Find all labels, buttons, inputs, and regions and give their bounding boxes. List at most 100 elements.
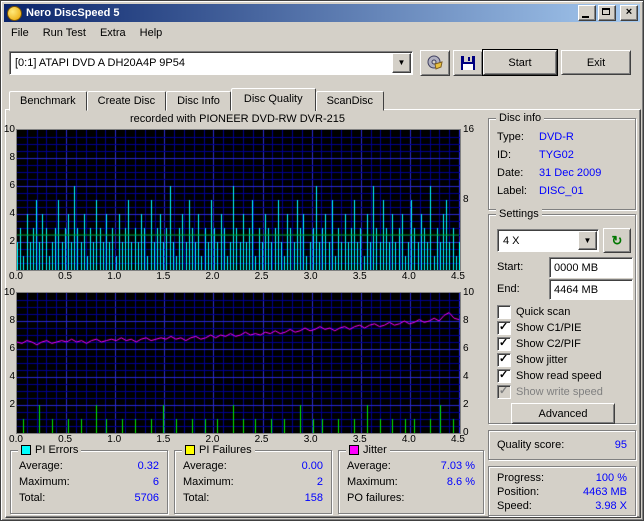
refresh-speeds-button[interactable]: ↻ [603,228,631,253]
pie-maximum-value: 6 [152,476,159,488]
chevron-down-icon[interactable]: ▼ [392,53,411,73]
pif-total-value: 158 [304,492,323,504]
settings-group: Settings 4 X ▼ ↻ Start: 0000 MB End: 446… [488,208,636,424]
app-window: Nero DiscSpeed 5 × File Run Test Extra H… [0,0,644,521]
jitter-legend-icon [349,445,359,455]
jitter-stats-group: Jitter Average: 7.03 % Maximum: 8.6 % PO f… [338,444,484,514]
pif-total-label: Total: [183,492,210,504]
tab-scandisc[interactable]: ScanDisc [315,91,385,111]
burn-disc-button[interactable] [420,50,450,76]
pi-errors-stats-group: PI Errors Average: 0.32 Maximum: 6 Total: 5… [10,444,168,514]
checkbox-icon: ✓ [497,353,511,367]
maximize-button[interactable] [598,5,616,21]
drive-selector[interactable]: [0:1] ATAPI DVD A DH20A4P 9P54 ▼ [9,51,413,75]
checkbox-show-c1-pie[interactable]: ✓ Show C1/PIE [497,321,581,335]
jitter-right-axis: 10 8 6 4 2 0 [463,287,475,438]
checkbox-show-c1-pie-label: Show C1/PIE [516,322,582,334]
end-position-input[interactable]: 4464 MB [549,279,633,300]
tab-create-disc[interactable]: Create Disc [86,91,167,111]
menu-run-test[interactable]: Run Test [36,25,93,41]
progress-label: Progress: [497,472,545,484]
checkbox-show-c2-pif[interactable]: ✓ Show C2/PIF [497,337,581,351]
hand-disc-icon [427,55,443,70]
pif-maximum-value: 2 [316,476,323,488]
save-button[interactable] [453,50,483,76]
scan-speed-value: 4 X [503,234,520,247]
refresh-icon: ↻ [611,232,623,248]
progress-value: 100 % [595,472,627,484]
settings-title: Settings [496,208,542,220]
checkbox-icon [497,305,511,319]
minimize-icon [582,16,589,18]
recorded-with-label: recorded with PIONEER DVD-RW DVR-215 [130,113,345,125]
jitter-maximum-label: Maximum: [347,476,398,488]
checkbox-show-jitter[interactable]: ✓ Show jitter [497,353,567,367]
speed-value: 3.98 X [595,500,627,512]
checkbox-icon: ✓ [497,369,511,383]
checkbox-quick-scan-label: Quick scan [516,306,571,318]
pif-average-value: 0.00 [301,460,323,472]
scan-speed-select[interactable]: 4 X ▼ [497,229,599,252]
start-button[interactable]: Start [482,49,558,76]
pi-errors-x-axis: 0.0 0.5 1.0 1.5 2.0 2.5 3.0 3.5 4.0 4.5 [9,271,465,282]
tab-disc-info[interactable]: Disc Info [166,91,231,111]
pi-failures-legend-icon [185,445,195,455]
disc-label-value: DISC_01 [539,185,584,197]
window-title: Nero DiscSpeed 5 [26,7,120,19]
tab-strip: Benchmark Create Disc Disc Info Disc Qualit… [9,88,385,111]
disc-id-label: ID: [497,149,512,161]
tab-disc-quality[interactable]: Disc Quality [230,88,316,111]
pie-total-value: 5706 [134,492,159,504]
disc-id-value: TYG02 [539,149,574,161]
end-position-value: 4464 MB [554,283,599,296]
pie-maximum-label: Maximum: [19,476,70,488]
pi-errors-chart [16,129,461,271]
disc-date-value: 31 Dec 2009 [539,167,602,179]
end-position-label: End: [497,283,520,295]
quality-score-value: 95 [614,439,627,451]
title-bar[interactable]: Nero DiscSpeed 5 × [4,4,640,22]
start-position-input[interactable]: 0000 MB [549,257,633,278]
checkbox-show-read-speed-label: Show read speed [516,370,602,382]
checkbox-show-write-speed: ✓ Show write speed [497,385,603,399]
checkbox-show-read-speed[interactable]: ✓ Show read speed [497,369,602,383]
pi-errors-stats-title: PI Errors [18,444,82,456]
app-icon [7,5,22,21]
disc-type-label: Type: [497,131,524,143]
checkbox-quick-scan[interactable]: Quick scan [497,305,570,319]
disc-quality-page: recorded with PIONEER DVD-RW DVR-215 10 8… [3,109,641,518]
close-button[interactable]: × [620,5,638,21]
floppy-save-icon [461,56,475,70]
menu-bar: File Run Test Extra Help [4,23,640,42]
menu-extra[interactable]: Extra [93,25,133,41]
jitter-left-axis: 10 8 6 4 2 [3,287,15,410]
quality-score-label: Quality score: [497,439,565,451]
disc-date-label: Date: [497,167,524,179]
checkbox-icon: ✓ [497,321,511,335]
start-position-label: Start: [497,261,524,273]
pif-maximum-label: Maximum: [183,476,234,488]
checkbox-show-c2-pif-label: Show C2/PIF [516,338,581,350]
disc-type-value: DVD-R [539,131,574,143]
chevron-down-icon[interactable]: ▼ [578,231,597,250]
exit-button[interactable]: Exit [561,50,631,75]
speed-label: Speed: [497,500,532,512]
pie-average-value: 0.32 [137,460,159,472]
start-position-value: 0000 MB [554,261,599,274]
checkbox-icon: ✓ [497,337,511,351]
pi-failures-stats-group: PI Failures Average: 0.00 Maximum: 2 Total… [174,444,332,514]
pi-errors-right-axis: 16 8 [463,124,475,205]
advanced-button[interactable]: Advanced [511,403,615,424]
tab-benchmark[interactable]: Benchmark [9,91,87,111]
disc-label-label: Label: [497,185,527,197]
position-value: 4463 MB [582,486,627,498]
checkbox-show-write-speed-label: Show write speed [516,386,603,398]
minimize-button[interactable] [578,5,596,21]
jitter-maximum-value: 8.6 % [446,476,475,488]
menu-file[interactable]: File [4,25,36,41]
pie-average-label: Average: [19,460,63,472]
pi-errors-left-axis: 10 8 6 4 2 [3,124,15,247]
menu-help[interactable]: Help [133,25,170,41]
maximize-icon [602,8,610,15]
jitter-chart [16,292,461,434]
